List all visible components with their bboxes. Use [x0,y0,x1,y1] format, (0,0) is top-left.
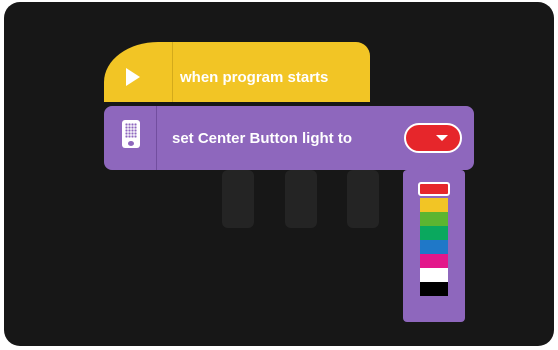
hub-icon [122,120,140,148]
color-swatch[interactable] [420,240,448,254]
color-swatch-list [418,182,450,296]
when-program-starts-block[interactable]: when program starts [104,42,370,102]
play-icon [126,68,140,86]
hat-block-label: when program starts [180,69,329,86]
color-swatch[interactable] [420,268,448,282]
background-placeholder [347,170,379,228]
color-palette-dropdown [403,162,465,322]
hat-block-icon-area [104,42,173,102]
color-dropdown[interactable] [404,123,462,153]
color-swatch[interactable] [420,212,448,226]
command-block-icon-area [104,106,157,170]
color-swatch[interactable] [420,282,448,296]
color-swatch[interactable] [420,226,448,240]
set-center-button-light-block[interactable]: set Center Button light to [104,106,474,170]
command-block-label: set Center Button light to [172,130,352,147]
color-swatch[interactable] [418,182,450,196]
chevron-down-icon [436,135,448,141]
background-placeholder [285,170,317,228]
color-swatch[interactable] [420,254,448,268]
background-placeholder [222,170,254,228]
color-swatch[interactable] [420,198,448,212]
